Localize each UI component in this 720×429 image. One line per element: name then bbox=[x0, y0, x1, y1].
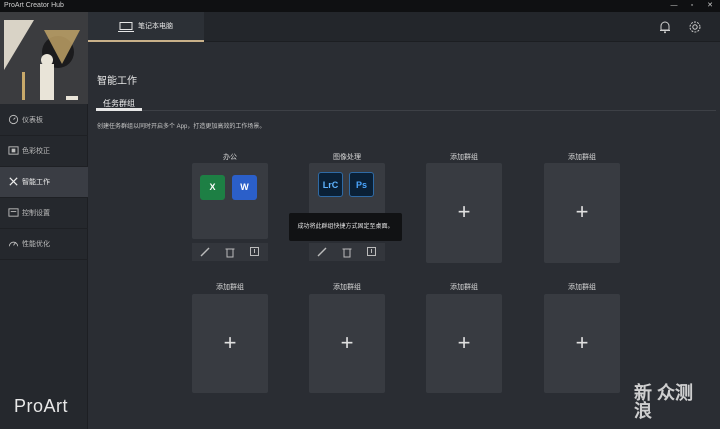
tab-laptop[interactable]: 笔记本电脑 bbox=[88, 12, 204, 42]
title-bar: ProArt Creator Hub — ▫ ✕ bbox=[0, 0, 720, 12]
delete-icon[interactable] bbox=[224, 246, 236, 258]
performance-icon bbox=[8, 241, 19, 247]
subtab-divider bbox=[96, 110, 716, 111]
sidebar-item-label: 智能工作 bbox=[22, 179, 50, 186]
pin-to-desktop-icon[interactable] bbox=[249, 246, 261, 258]
top-bar: 笔记本电脑 bbox=[88, 12, 720, 42]
sidebar-item-dashboard[interactable]: 仪表板 bbox=[0, 105, 88, 136]
page-description: 创建任务群组以同时开启多个 App，打造更加高效的工作场景。 bbox=[97, 124, 266, 130]
sidebar-item-control-settings[interactable]: 控制设置 bbox=[0, 198, 88, 229]
watermark-line: 新 众测 bbox=[634, 383, 694, 403]
sidebar-item-label: 性能优化 bbox=[22, 241, 50, 248]
control-settings-icon bbox=[8, 208, 19, 217]
color-calibration-icon bbox=[8, 146, 19, 155]
group-title: 添加群组 bbox=[216, 284, 244, 291]
minimize-button[interactable]: — bbox=[666, 0, 682, 12]
plus-icon: + bbox=[457, 330, 471, 355]
laptop-icon bbox=[118, 22, 134, 32]
watermark: 新 众测 浪 bbox=[634, 384, 693, 420]
sidebar-item-label: 色彩校正 bbox=[22, 148, 50, 155]
window-title: ProArt Creator Hub bbox=[4, 2, 64, 9]
group-title: 办公 bbox=[223, 154, 237, 161]
sidebar-item-smart-work[interactable]: 智能工作 bbox=[0, 167, 88, 198]
group-title: 添加群组 bbox=[450, 154, 478, 161]
sidebar-item-label: 仪表板 bbox=[22, 117, 43, 124]
maximize-button[interactable]: ▫ bbox=[684, 0, 700, 12]
group-title: 添加群组 bbox=[568, 154, 596, 161]
sidebar-item-performance[interactable]: 性能优化 bbox=[0, 229, 88, 260]
group-toolbar bbox=[192, 243, 268, 261]
excel-icon: X bbox=[200, 175, 225, 200]
group-toolbar bbox=[309, 243, 385, 261]
proart-logo: ProArt bbox=[14, 396, 69, 416]
smart-work-icon bbox=[9, 177, 18, 186]
hero-artwork bbox=[0, 12, 88, 104]
sidebar: 仪表板 色彩校正 智能工作 控制设置 性能优化 ProArt bbox=[0, 12, 88, 429]
sidebar-item-color-calibration[interactable]: 色彩校正 bbox=[0, 136, 88, 167]
page-title: 智能工作 bbox=[97, 76, 137, 87]
plus-icon: + bbox=[223, 330, 237, 355]
sidebar-item-label: 控制设置 bbox=[22, 210, 50, 217]
plus-icon: + bbox=[575, 330, 589, 355]
plus-icon: + bbox=[340, 330, 354, 355]
toast-notification: 成功将此群组快捷方式固定至桌面。 bbox=[289, 213, 402, 241]
photoshop-icon: Ps bbox=[349, 172, 374, 197]
lightroom-classic-icon: LrC bbox=[318, 172, 343, 197]
word-icon: W bbox=[232, 175, 257, 200]
group-title: 添加群组 bbox=[450, 284, 478, 291]
watermark-line: 浪 bbox=[634, 401, 652, 421]
group-title: 添加群组 bbox=[568, 284, 596, 291]
edit-icon[interactable] bbox=[199, 246, 211, 258]
dashboard-icon bbox=[8, 114, 19, 125]
pin-to-desktop-icon[interactable] bbox=[366, 246, 378, 258]
gear-icon[interactable] bbox=[688, 20, 702, 34]
group-title: 图像处理 bbox=[333, 154, 361, 161]
bell-icon[interactable] bbox=[658, 20, 672, 34]
delete-icon[interactable] bbox=[341, 246, 353, 258]
edit-icon[interactable] bbox=[316, 246, 328, 258]
subtab-active-indicator bbox=[96, 108, 142, 111]
plus-icon: + bbox=[575, 199, 589, 224]
tab-label: 笔记本电脑 bbox=[138, 23, 173, 30]
plus-icon: + bbox=[457, 199, 471, 224]
group-title: 添加群组 bbox=[333, 284, 361, 291]
close-button[interactable]: ✕ bbox=[702, 0, 718, 12]
